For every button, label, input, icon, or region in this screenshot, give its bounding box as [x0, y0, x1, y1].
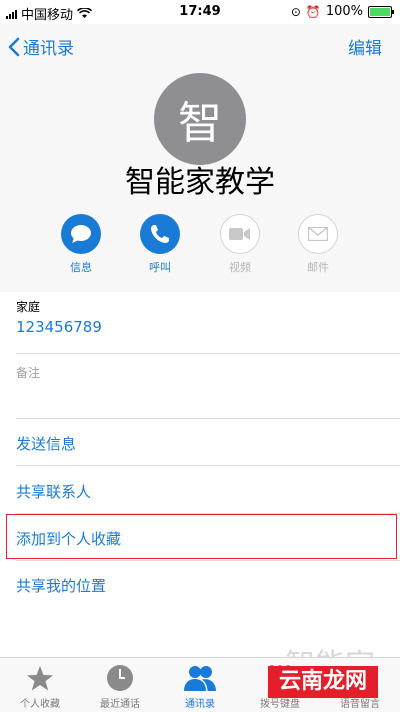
star-icon [27, 665, 53, 690]
message-action[interactable]: 信息 [51, 214, 111, 275]
status-right: ⊙ ⏰ 100% [290, 4, 394, 19]
battery-percent: 100% [325, 4, 363, 19]
back-button[interactable]: 通讯录 [8, 34, 74, 59]
battery-fill [370, 7, 390, 16]
mail-action[interactable]: 邮件 [288, 214, 348, 275]
mail-icon [308, 227, 328, 241]
tab-favorites-label: 个人收藏 [20, 699, 60, 710]
tab-recents[interactable]: 最近通话 [80, 658, 160, 710]
divider [16, 353, 400, 354]
contacts-icon [184, 666, 216, 691]
call-action[interactable]: 呼叫 [130, 214, 190, 275]
watermark-logo: 云南龙网 [268, 666, 378, 698]
share-contact-row[interactable]: 共享联系人 [16, 481, 91, 502]
divider [16, 418, 400, 419]
share-location-row[interactable]: 共享我的位置 [16, 575, 106, 596]
contact-name: 智能家教学 [125, 165, 275, 200]
message-bubble-icon [71, 225, 91, 243]
video-action[interactable]: 视频 [210, 214, 270, 275]
divider [16, 560, 400, 561]
video-camera-icon [229, 228, 250, 240]
back-label: 通讯录 [23, 39, 74, 59]
battery-icon [368, 5, 394, 18]
send-message-row[interactable]: 发送信息 [16, 433, 76, 454]
mail-action-label: 邮件 [307, 261, 329, 274]
notes-field[interactable] [16, 380, 396, 416]
phone-icon [151, 225, 169, 243]
message-action-label: 信息 [70, 261, 92, 274]
chevron-left-icon [8, 37, 20, 56]
message-circle [61, 214, 101, 254]
call-circle [140, 214, 180, 254]
divider [16, 465, 400, 466]
avatar: 智 [154, 73, 246, 165]
mail-circle [298, 214, 338, 254]
alarm-icon: ⏰ [305, 4, 321, 19]
highlight-box [6, 514, 397, 559]
tab-contacts-label: 通讯录 [185, 699, 215, 710]
call-action-label: 呼叫 [149, 261, 171, 274]
rotation-lock-icon: ⊙ [290, 4, 301, 19]
clock-icon [107, 665, 133, 691]
action-bar: 信息 呼叫 视频 邮件 [0, 214, 400, 274]
phone-field-label: 家庭 [16, 300, 41, 314]
video-action-label: 视频 [229, 261, 251, 274]
edit-button[interactable]: 编辑 [348, 34, 382, 59]
tab-contacts[interactable]: 通讯录 [160, 658, 240, 710]
status-bar: 中国移动 17:49 ⊙ ⏰ 100% [0, 0, 400, 24]
phone-number[interactable]: 123456789 [16, 318, 102, 336]
tab-recents-label: 最近通话 [100, 699, 140, 710]
notes-field-label: 备注 [16, 366, 41, 380]
video-circle [220, 214, 260, 254]
tab-favorites[interactable]: 个人收藏 [0, 658, 80, 710]
